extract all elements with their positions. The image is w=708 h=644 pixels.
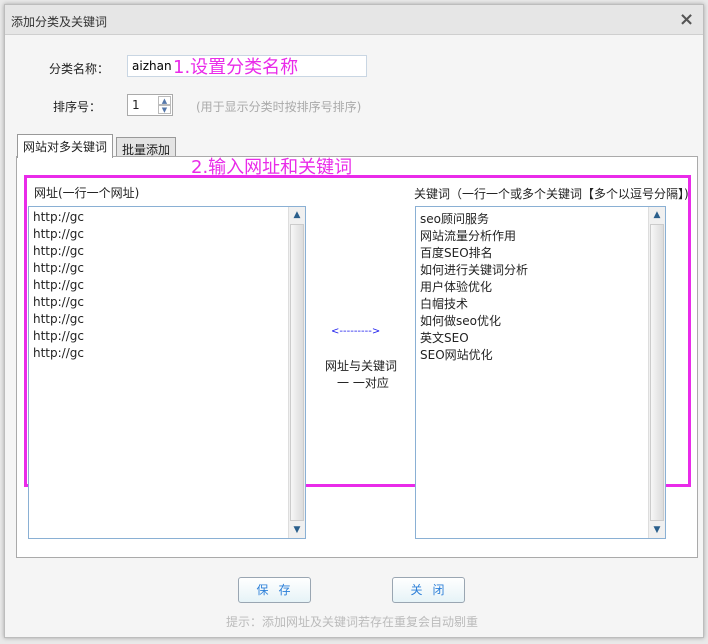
list-item: 如何进行关键词分析 bbox=[420, 263, 529, 277]
mapping-text-1: 网址与关键词 bbox=[325, 359, 398, 373]
list-item: http://gc bbox=[33, 278, 84, 292]
order-stepper[interactable]: 1 ▲ ▼ bbox=[127, 94, 173, 116]
urls-label: 网址(一行一个网址) bbox=[34, 186, 140, 200]
keywords-textarea[interactable]: seo顾问服务网站流量分析作用 百度SEO排名如何进行关键词分析 用户体验优化 白帽技… bbox=[415, 206, 666, 539]
add-category-dialog: 添加分类及关键词 × 分类名称： 1.设置分类名称 排序号： 1 ▲ ▼ (用于… bbox=[4, 4, 704, 638]
stepper-down-icon[interactable]: ▼ bbox=[158, 105, 171, 114]
list-item: 网站流量分析作用 bbox=[420, 229, 517, 243]
tab-site-multi-keywords[interactable]: 网站对多关键词 bbox=[17, 134, 114, 158]
list-item: http://gc bbox=[33, 346, 84, 360]
scroll-up-icon[interactable]: ▲ bbox=[289, 207, 305, 223]
close-button[interactable]: 关闭 bbox=[392, 577, 465, 603]
order-value: 1 bbox=[132, 98, 140, 112]
list-item: http://gc bbox=[33, 261, 84, 275]
urls-scrollbar[interactable]: ▲ ▼ bbox=[288, 207, 305, 538]
title-bar[interactable]: 添加分类及关键词 × bbox=[5, 5, 703, 35]
order-label: 排序号： bbox=[52, 100, 101, 114]
list-item: seo顾问服务 bbox=[420, 212, 489, 226]
scroll-down-icon[interactable]: ▼ bbox=[289, 522, 305, 538]
list-item: http://gc bbox=[33, 312, 84, 326]
list-item: 用户体验优化 bbox=[420, 280, 493, 294]
close-icon[interactable]: × bbox=[679, 9, 694, 30]
annotation-set-category: 1.设置分类名称 bbox=[173, 57, 299, 78]
stepper-up-icon[interactable]: ▲ bbox=[158, 96, 171, 105]
urls-textarea[interactable]: http://gc http://gc http://gc http://gc http… bbox=[28, 206, 306, 539]
list-item: 百度SEO排名 bbox=[420, 246, 493, 260]
scroll-up-icon[interactable]: ▲ bbox=[649, 207, 665, 223]
list-item: http://gc bbox=[33, 295, 84, 309]
category-name-label: 分类名称： bbox=[48, 62, 109, 76]
keywords-label: 关键词（一行一个或多个关键词【多个以逗号分隔】) bbox=[414, 187, 689, 201]
list-item: 英文SEO bbox=[420, 331, 469, 345]
scroll-down-icon[interactable]: ▼ bbox=[649, 522, 665, 538]
list-item: http://gc bbox=[33, 329, 84, 343]
order-hint: (用于显示分类时按排序号排序) bbox=[196, 100, 362, 114]
list-item: 白帽技术 bbox=[420, 297, 469, 311]
list-item: http://gc bbox=[33, 227, 84, 241]
list-item: SEO网站优化 bbox=[420, 348, 493, 362]
mapping-arrow: <---------> bbox=[331, 326, 381, 337]
dialog-title: 添加分类及关键词 bbox=[11, 15, 108, 29]
save-button[interactable]: 保存 bbox=[238, 577, 311, 603]
mapping-text-2: 一 一对应 bbox=[337, 376, 389, 390]
keywords-scrollbar[interactable]: ▲ ▼ bbox=[648, 207, 665, 538]
dedupe-hint: 提示：添加网址及关键词若存在重复会自动剔重 bbox=[226, 615, 479, 629]
list-item: 如何做seo优化 bbox=[420, 314, 501, 328]
list-item: http://gc bbox=[33, 244, 84, 258]
list-item: http://gc bbox=[33, 210, 84, 224]
